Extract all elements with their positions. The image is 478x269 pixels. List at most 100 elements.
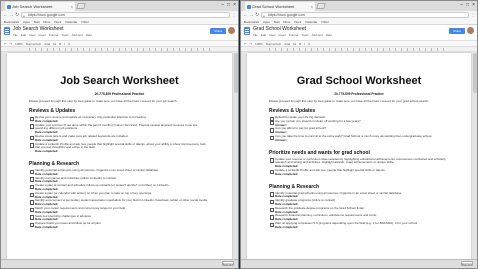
url-input[interactable]: ● https://docs.google.com <box>261 12 469 18</box>
share-button[interactable]: Share <box>449 28 465 34</box>
menu-item[interactable]: Add-ons <box>72 33 83 37</box>
section-heading: Prioritize needs and wants for grad scho… <box>269 149 370 156</box>
menu-item[interactable]: Insert <box>278 33 286 37</box>
menu-item[interactable]: Insert <box>38 33 46 37</box>
menu-item[interactable]: Help <box>326 33 332 37</box>
toolbar-control[interactable]: Normal text <box>26 42 41 46</box>
menu-item[interactable]: View <box>29 33 35 37</box>
bookmark-item[interactable]: Calendar <box>305 20 317 24</box>
document-page[interactable]: Grad School Worksheet 20-775-899 Profess… <box>247 53 471 259</box>
bookmark-item[interactable]: Docs <box>294 20 301 24</box>
toolbar-control[interactable]: 100% <box>15 42 23 46</box>
toolbar-control[interactable]: ↷ <box>250 42 253 46</box>
toolbar-control[interactable]: Arial <box>284 42 290 46</box>
avatar[interactable] <box>467 27 474 34</box>
bookmark-item[interactable]: Apps <box>23 20 30 24</box>
bookmark-item[interactable]: Mail <box>274 20 280 24</box>
minimize-icon[interactable]: – <box>460 1 463 10</box>
url-input[interactable]: ● https://docs.google.com <box>21 12 230 18</box>
bookmark-item[interactable]: Mail <box>34 20 40 24</box>
docs-header: Job Search Worksheet File Edit View Insert F… <box>1 25 238 41</box>
ruler <box>1 47 238 52</box>
toolbar-control[interactable]: Normal text <box>266 42 281 46</box>
reload-icon[interactable]: ↻ <box>15 11 19 19</box>
document-page[interactable]: Job Search Worksheet 20-775-899 Professi… <box>7 53 232 259</box>
toolbar-control[interactable]: 100% <box>255 42 263 46</box>
checklist-item[interactable]: Can you take the time to commit to the e… <box>269 134 449 143</box>
toolbar-control[interactable]: 11 <box>53 42 56 46</box>
toolbar-control[interactable]: U <box>308 42 310 46</box>
menu-item[interactable]: Tools <box>62 33 69 37</box>
toolbar-control[interactable]: ↷ <box>10 42 13 46</box>
document-area: Job Search Worksheet 20-775-899 Professi… <box>1 53 238 259</box>
document-title[interactable]: Job Search Worksheet <box>13 26 64 32</box>
menu-item[interactable]: Edit <box>21 33 26 37</box>
checklist-item[interactable]: Prepare thank you notes and follow up fo… <box>29 221 210 230</box>
back-icon[interactable]: ← <box>243 11 248 19</box>
reload-icon[interactable]: ↻ <box>255 11 259 19</box>
close-tab-icon[interactable]: × <box>71 2 73 11</box>
forward-icon[interactable]: → <box>9 11 14 19</box>
menu-item[interactable]: View <box>269 33 275 37</box>
menu-item[interactable]: Edit <box>261 33 266 37</box>
toolbar-control[interactable]: ↶ <box>4 42 7 46</box>
bookmark-item[interactable]: Apps <box>263 20 270 24</box>
bookmark-item[interactable]: Bookmarks <box>4 20 19 24</box>
explore-button[interactable]: Explore <box>461 261 473 266</box>
bookmark-item[interactable]: Docs <box>54 20 61 24</box>
checklist-item-text: Update your sources (if not done within … <box>35 122 198 131</box>
avatar[interactable] <box>228 27 235 34</box>
menu-item[interactable]: Format <box>49 33 59 37</box>
tab-job-search[interactable]: Job Search Worksheet × <box>5 2 75 11</box>
bookmark-item[interactable]: Calendar <box>65 20 77 24</box>
lock-icon: ● <box>23 14 25 18</box>
checklist-item[interactable]: Plan on applying to between 5-9 programs… <box>269 221 449 230</box>
menu-item[interactable]: Help <box>86 33 92 37</box>
back-icon[interactable]: ← <box>3 11 8 19</box>
toolbar-control[interactable]: I <box>64 42 65 46</box>
toolbar-control[interactable]: 11 <box>293 42 296 46</box>
doc-subtitle: 20-775-899 Professional Practice <box>334 92 384 96</box>
close-window-icon[interactable]: × <box>233 1 236 10</box>
bookmark-item[interactable]: Other <box>81 20 89 24</box>
scrollbar[interactable] <box>234 53 238 93</box>
checklist-item[interactable]: Update a LinkedIn Profile and ask two, p… <box>269 168 449 177</box>
window-controls: – □ × <box>221 1 236 10</box>
menu-bar: File Edit View Insert Format Tools Add-ons Help <box>13 33 95 37</box>
menu-item[interactable]: Format <box>289 33 299 37</box>
maximize-icon[interactable]: □ <box>227 1 230 10</box>
docs-logo-icon[interactable] <box>244 27 250 35</box>
toolbar-control[interactable]: Arial <box>44 42 50 46</box>
explore-button[interactable]: Explore <box>222 261 234 266</box>
bookmark-item[interactable]: Drive <box>283 20 290 24</box>
menu-icon[interactable]: ⋮ <box>232 12 236 17</box>
toolbar-control[interactable]: I <box>304 42 305 46</box>
menu-item[interactable]: File <box>13 33 18 37</box>
toolbar-control[interactable]: B <box>299 42 301 46</box>
minimize-icon[interactable]: – <box>221 1 224 10</box>
bookmark-item[interactable]: Drive <box>43 20 50 24</box>
menu-item[interactable]: Tools <box>302 33 309 37</box>
menu-icon[interactable]: ⋮ <box>471 12 475 17</box>
scrollbar[interactable] <box>473 53 477 93</box>
new-tab-button[interactable] <box>316 3 326 9</box>
bookmark-item[interactable]: Other <box>321 20 329 24</box>
tab-grad-school[interactable]: Grad School Worksheet × <box>245 2 315 11</box>
address-bar-row: ← → ↻ ● https://docs.google.com ⋮ <box>1 11 238 19</box>
close-window-icon[interactable]: × <box>472 1 475 10</box>
toolbar-control[interactable]: U <box>68 42 70 46</box>
checklist-item[interactable]: Update a LinkedIn Profile and ask two, p… <box>29 142 210 154</box>
toolbar-control[interactable]: ↶ <box>244 42 247 46</box>
forward-icon[interactable]: → <box>249 11 254 19</box>
status-strip: Explore <box>1 259 238 268</box>
menu-item[interactable]: File <box>253 33 258 37</box>
share-button[interactable]: Share <box>210 28 226 34</box>
maximize-icon[interactable]: □ <box>466 1 469 10</box>
document-title[interactable]: Grad School Worksheet <box>253 26 306 32</box>
close-tab-icon[interactable]: × <box>311 2 313 11</box>
menu-item[interactable]: Add-ons <box>312 33 323 37</box>
bookmark-item[interactable]: Bookmarks <box>244 20 259 24</box>
docs-logo-icon[interactable] <box>4 27 10 35</box>
new-tab-button[interactable] <box>76 3 86 9</box>
toolbar-control[interactable]: B <box>59 42 61 46</box>
